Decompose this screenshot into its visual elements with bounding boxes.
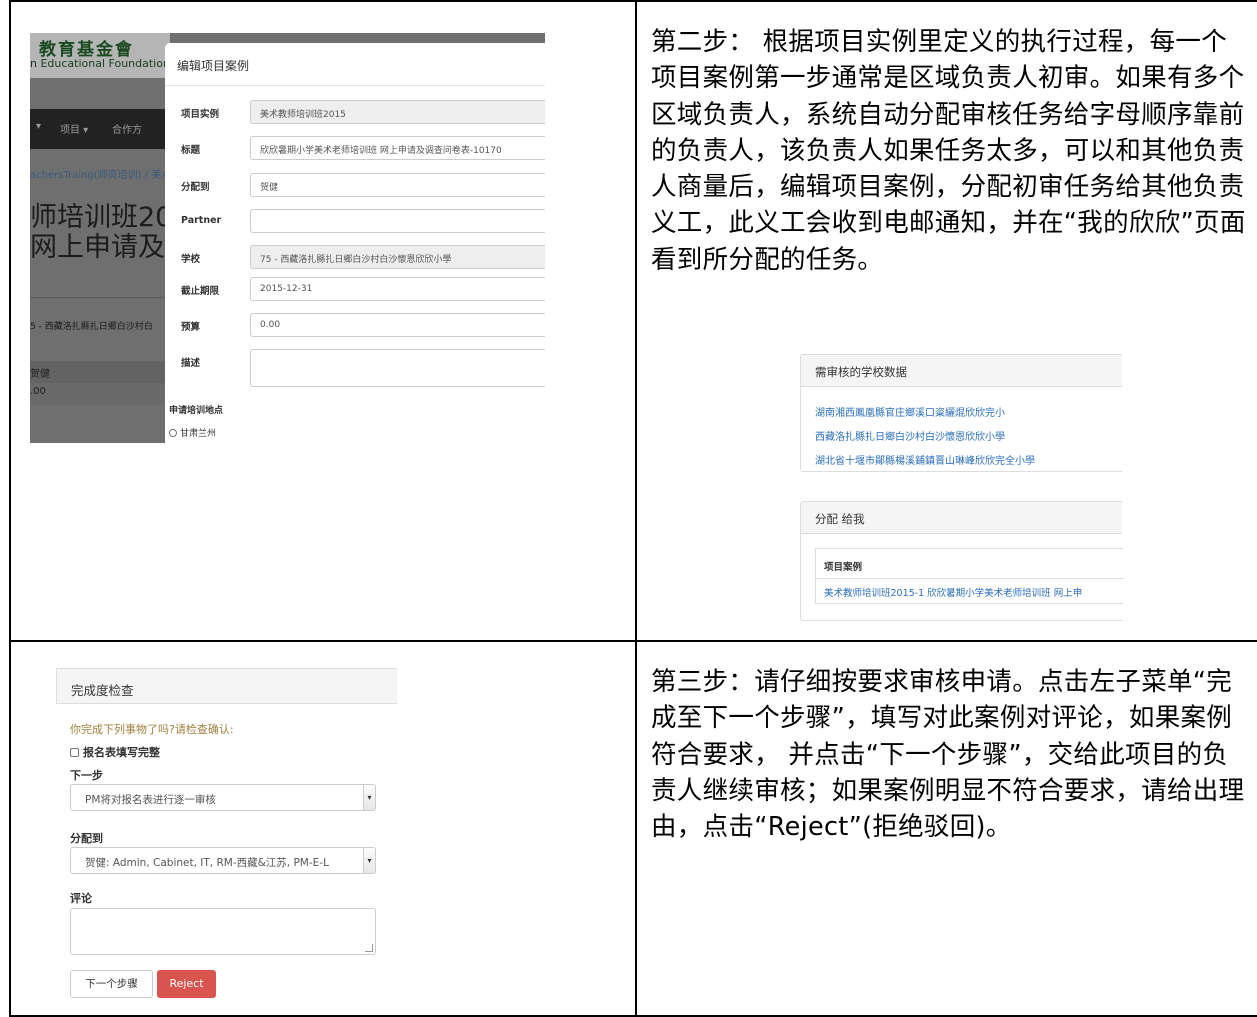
next-step-select[interactable]: PM将对报名表进行逐一审核 ▾ <box>70 784 376 811</box>
nav-item-projects[interactable]: 项目 ▾ <box>60 121 88 136</box>
divider <box>165 85 545 86</box>
school-link[interactable]: 湖南湘西鳳凰縣官庄鄉溪口粢纚焜欣欣完小 <box>815 404 1005 419</box>
radio-icon[interactable] <box>169 429 177 437</box>
sidebar-screenshot: 需审核的学校数据 湖南湘西鳳凰縣官庄鄉溪口粢纚焜欣欣完小 西藏洛扎縣扎日鄉白沙村… <box>800 354 1124 622</box>
check-panel-title: 完成度检查 <box>56 668 397 704</box>
school-link[interactable]: 湖北省十堰市鄖縣楊溪鋪鎮晋山琳峰欣欣完全小學 <box>815 452 1035 467</box>
field-label-school: 学校 <box>181 254 201 265</box>
resize-handle-icon[interactable] <box>365 944 373 952</box>
assignee-text: 贺健 <box>30 369 50 380</box>
next-step-label: 下一步 <box>70 769 103 782</box>
breadcrumb[interactable]: achersTraing(师资培训) / 美术 <box>30 166 171 181</box>
next-step-button[interactable]: 下一个步骤 <box>70 970 153 998</box>
budget-text: .00 <box>30 386 46 397</box>
edit-case-screenshot: 教育基金會 n Educational Foundation ▾ 项目 ▾ 合作… <box>30 33 545 443</box>
document-table: 教育基金會 n Educational Foundation ▾ 项目 ▾ 合作… <box>9 0 1257 1017</box>
table-row <box>30 383 170 405</box>
apply-location-option-label: 甘肃兰州 <box>180 429 217 439</box>
review-schools-panel: 需审核的学校数据 湖南湘西鳳凰縣官庄鄉溪口粢纚焜欣欣完小 西藏洛扎縣扎日鄉白沙村… <box>800 354 1122 472</box>
review-panel-title: 需审核的学校数据 <box>801 355 1122 387</box>
check-prompt: 你完成下列事物了吗?请检查确认: <box>70 723 234 736</box>
case-link[interactable]: 美术教师培训班2015-1 欣欣暑期小学美术老师培训班 网上申 <box>824 585 1082 599</box>
completeness-check-screenshot: 完成度检查 你完成下列事物了吗?请检查确认: 报名表填写完整 下一步 PM将对报… <box>56 668 397 999</box>
cell-step2: 第二步： 根据项目实例里定义的执行过程，每一个项目案例第一步通常是区域负责人初审… <box>635 0 1257 641</box>
assign-to-field[interactable]: 贺健 <box>250 173 545 197</box>
checkbox-label: 报名表填写完整 <box>83 746 160 759</box>
cell-step3: 第三步：请仔细按要求审核申请。点击左子菜单“完成至下一个步骤”，填写对此案例对评… <box>635 640 1257 1017</box>
modal-title: 编辑项目案例 <box>177 59 250 73</box>
nav-item-partners[interactable]: 合作方 <box>112 121 142 136</box>
project-instance-field: 美术教师培训班2015 <box>250 100 545 124</box>
partner-field[interactable] <box>250 209 545 233</box>
cell-check-screenshot: 完成度检查 你完成下列事物了吗?请检查确认: 报名表填写完整 下一步 PM将对报… <box>9 640 635 1017</box>
field-label-partner: Partner <box>181 215 222 226</box>
reject-button[interactable]: Reject <box>157 970 216 998</box>
field-label-deadline: 截止期限 <box>181 286 220 297</box>
school-text: 5 - 西藏洛扎縣扎日鄉白沙村白 <box>30 322 153 332</box>
field-label-description: 描述 <box>181 358 201 369</box>
field-label-budget: 预算 <box>181 322 201 333</box>
divider <box>816 578 1124 579</box>
assign-to-label: 分配到 <box>70 832 103 845</box>
assign-to-value: 贺健: Admin, Cabinet, IT, RM-西藏&江苏, PM-E-L <box>85 857 329 869</box>
deadline-field[interactable]: 2015-12-31 <box>250 277 545 301</box>
school-link[interactable]: 西藏洛扎縣扎日鄉白沙村白沙懷恩欣欣小學 <box>815 428 1005 443</box>
assigned-to-me-panel: 分配 给我 项目案例 美术教师培训班2015-1 欣欣暑期小学美术老师培训班 网… <box>800 501 1124 621</box>
background-navbar <box>30 109 170 149</box>
assign-to-select[interactable]: 贺健: Admin, Cabinet, IT, RM-西藏&江苏, PM-E-L… <box>70 847 376 874</box>
chevron-down-icon[interactable]: ▾ <box>363 785 375 810</box>
form-complete-checkbox-row[interactable]: 报名表填写完整 <box>70 744 160 760</box>
assigned-cases-table: 项目案例 美术教师培训班2015-1 欣欣暑期小学美术老师培训班 网上申 <box>815 548 1124 604</box>
step2-text: 第二步： 根据项目实例里定义的执行过程，每一个项目案例第一步通常是区域负责人初审… <box>651 27 1246 275</box>
chevron-down-icon[interactable]: ▾ <box>363 848 375 873</box>
next-step-value: PM将对报名表进行逐一审核 <box>85 794 216 806</box>
divider <box>30 297 170 298</box>
column-header-case: 项目案例 <box>824 562 863 573</box>
budget-field[interactable]: 0.00 <box>250 313 545 337</box>
assigned-panel-title: 分配 给我 <box>801 502 1122 534</box>
cell-edit-screenshot: 教育基金會 n Educational Foundation ▾ 项目 ▾ 合作… <box>9 0 635 641</box>
comment-label: 评论 <box>70 892 92 905</box>
foundation-logo-english: n Educational Foundation <box>30 57 170 70</box>
apply-location-label: 申请培训地点 <box>169 406 224 416</box>
checkbox-icon[interactable] <box>70 748 79 757</box>
nav-item-dropdown[interactable]: ▾ <box>36 121 41 132</box>
field-label-assign-to: 分配到 <box>181 182 210 193</box>
description-field[interactable] <box>250 349 545 387</box>
edit-case-modal: 编辑项目案例 项目实例 美术教师培训班2015 标题 欣欣暑期小学美术老师培训班… <box>165 43 545 443</box>
field-label-title: 标题 <box>181 145 201 156</box>
step3-text: 第三步：请仔细按要求审核申请。点击左子菜单“完成至下一个步骤”，填写对此案例对评… <box>651 667 1245 843</box>
school-field: 75 - 西藏洛扎縣扎日鄉白沙村白沙懷恩欣欣小學 <box>250 245 545 269</box>
table-row <box>30 361 170 383</box>
apply-location-option[interactable]: 甘肃兰州 <box>169 426 216 439</box>
background-header: 教育基金會 n Educational Foundation <box>30 33 170 78</box>
comment-textarea[interactable] <box>70 908 376 955</box>
title-field[interactable]: 欣欣暑期小学美术老师培训班 网上申请及调查问卷表-10170 <box>250 136 545 160</box>
field-label-project-instance: 项目实例 <box>181 109 220 120</box>
